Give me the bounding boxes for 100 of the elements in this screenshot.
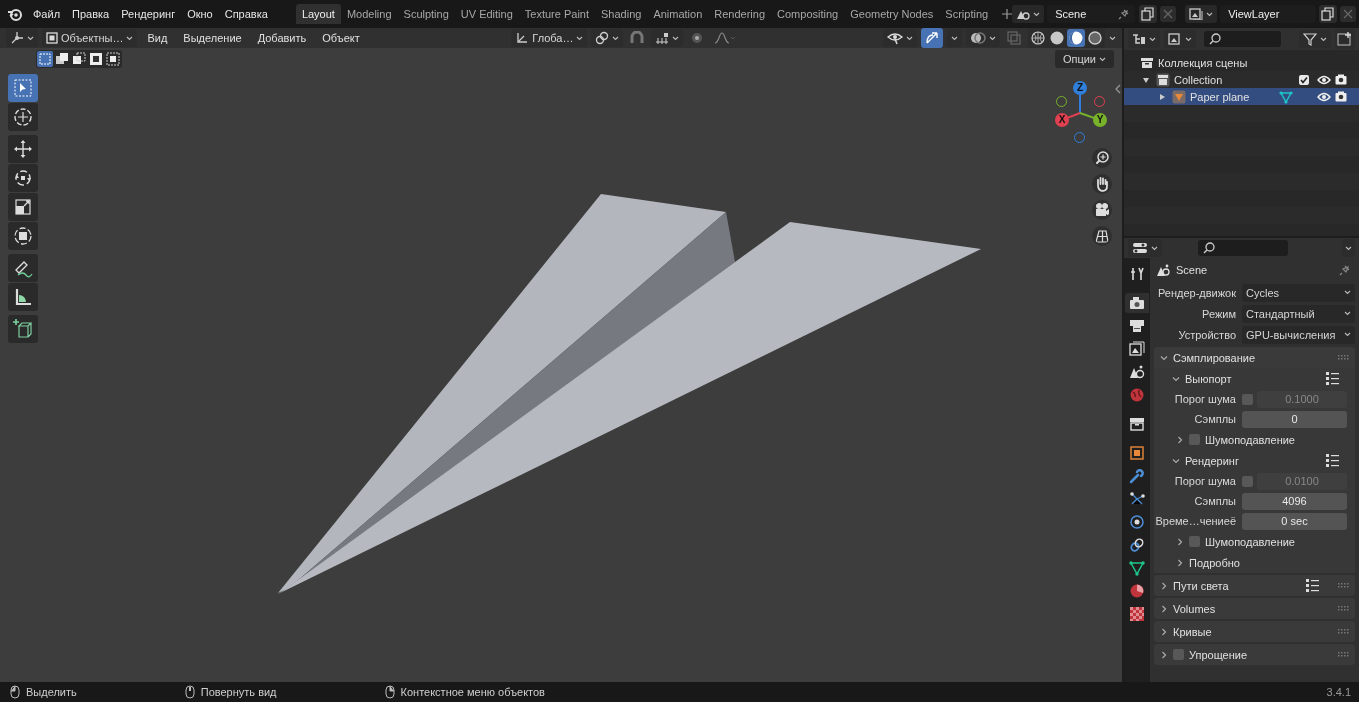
editor-type-selector[interactable] <box>6 29 38 47</box>
overlays-dropdown[interactable] <box>966 29 1000 47</box>
panel-header[interactable]: Рендеринг <box>1154 450 1355 471</box>
axis-label[interactable]: X <box>1055 113 1069 127</box>
orientation-dropdown[interactable]: Глоба… <box>511 29 588 47</box>
drag-handle-icon[interactable] <box>1338 355 1349 360</box>
options-dropdown[interactable] <box>1342 239 1355 257</box>
expand-triangle-icon[interactable] <box>1142 75 1150 84</box>
scene-name-field[interactable]: Scene <box>1047 5 1136 23</box>
chevron-down-icon[interactable] <box>1160 353 1168 362</box>
blender-logo-icon[interactable] <box>7 7 23 21</box>
tool-button[interactable] <box>8 283 38 311</box>
selection-mode-icon[interactable] <box>71 51 87 67</box>
menu-item[interactable]: Выделение <box>177 32 248 44</box>
workspace-tab[interactable]: Sculpting <box>397 4 455 24</box>
display-mode-dropdown[interactable] <box>1164 30 1196 48</box>
chevron-right-icon[interactable] <box>1176 435 1184 444</box>
axis-ball-icon[interactable] <box>1074 132 1085 143</box>
panel-header[interactable]: Упрощение <box>1154 644 1355 665</box>
wireframe-sphere-icon[interactable] <box>1029 29 1047 47</box>
editor-type-selector[interactable] <box>1128 30 1160 48</box>
drag-handle-icon[interactable] <box>1338 583 1349 588</box>
workspace-tab[interactable]: Layout <box>295 4 341 24</box>
panel-header[interactable]: Volumes <box>1154 598 1355 619</box>
chevron-right-icon[interactable] <box>1160 627 1168 636</box>
menu-item[interactable]: Окно <box>181 8 219 20</box>
chevron-right-icon[interactable] <box>1160 650 1168 659</box>
mode-dropdown[interactable]: Объектны… <box>42 29 138 47</box>
checkbox[interactable] <box>1189 536 1200 547</box>
dropdown[interactable]: Стандартный <box>1242 304 1355 323</box>
number-field[interactable]: 0 <box>1242 410 1347 428</box>
zoom-icon[interactable] <box>1092 148 1112 168</box>
camera-icon[interactable] <box>1092 200 1112 220</box>
add-icon[interactable] <box>1002 9 1013 19</box>
preset-list-icon[interactable] <box>1326 454 1339 467</box>
tool-button[interactable] <box>8 164 38 192</box>
tool-button[interactable] <box>8 315 38 343</box>
properties-tab[interactable] <box>1125 293 1149 313</box>
panel-header[interactable]: Кривые <box>1154 621 1355 642</box>
panel-header[interactable]: Пути света <box>1154 575 1355 596</box>
solid-sphere-icon[interactable] <box>1048 29 1066 47</box>
viewport[interactable]: Объектны… Вид Выделение Добавить Объект Глоба… Опции Z X Y <box>0 28 1122 682</box>
view-layer-selector[interactable] <box>1185 5 1218 23</box>
axis-label[interactable]: Z <box>1073 81 1087 95</box>
rendered-sphere-icon[interactable] <box>1086 29 1104 47</box>
checkbox[interactable] <box>1189 434 1200 445</box>
panel-header[interactable]: Шумоподавление <box>1154 429 1355 450</box>
search-field[interactable] <box>1198 240 1288 256</box>
menu-item[interactable]: Правка <box>66 8 116 20</box>
pin-icon[interactable] <box>1339 264 1351 276</box>
selection-mode-icon[interactable] <box>88 51 104 67</box>
chevron-right-icon[interactable] <box>1176 558 1184 567</box>
workspace-tab[interactable]: UV Editing <box>454 4 519 24</box>
copy-icon[interactable] <box>1139 5 1158 23</box>
panel-header[interactable]: Шумоподавление <box>1154 531 1355 552</box>
menu-item[interactable]: Файл <box>27 8 67 20</box>
tool-button[interactable] <box>8 222 38 250</box>
hand-icon[interactable] <box>1092 174 1112 194</box>
snap-dropdown[interactable] <box>651 29 684 47</box>
options-dropdown[interactable]: Опции <box>1054 50 1114 68</box>
number-field[interactable]: 4096 <box>1242 492 1347 510</box>
axis-label[interactable]: Y <box>1093 113 1107 127</box>
eye-icon[interactable] <box>1317 74 1331 85</box>
menu-item[interactable]: Объект <box>316 32 366 44</box>
checkbox[interactable] <box>1173 649 1184 660</box>
preset-list-icon[interactable] <box>1326 372 1339 385</box>
dropdown[interactable]: GPU-вычисления <box>1242 325 1355 344</box>
search-field[interactable] <box>1204 31 1281 47</box>
gizmo-toggle[interactable] <box>921 28 943 48</box>
preset-list-icon[interactable] <box>1306 579 1319 592</box>
panel-header[interactable]: Сэмплирование <box>1154 347 1355 368</box>
tool-button[interactable] <box>8 193 38 221</box>
tool-button[interactable] <box>8 254 38 282</box>
chevron-right-icon[interactable] <box>1160 604 1168 613</box>
menu-item[interactable]: Добавить <box>251 32 313 44</box>
tree-row[interactable]: Paper plane <box>1124 88 1359 105</box>
camera-icon[interactable] <box>1335 74 1347 85</box>
menu-item[interactable]: Рендеринг <box>115 8 182 20</box>
chevron-right-icon[interactable] <box>1176 537 1184 546</box>
view-layer-name-field[interactable]: ViewLayer <box>1220 5 1317 23</box>
eye-icon[interactable] <box>1317 91 1331 102</box>
workspace-tab[interactable]: Compositing <box>771 4 845 24</box>
tree-item-label[interactable]: Коллекция сцены <box>1158 56 1248 69</box>
workspace-tab[interactable]: Rendering <box>708 4 772 24</box>
checkbox[interactable] <box>1242 393 1253 405</box>
dropdown[interactable]: Cycles <box>1242 283 1355 302</box>
checkbox[interactable] <box>1299 74 1309 85</box>
workspace-tab[interactable]: Modeling <box>340 4 398 24</box>
grid-icon[interactable] <box>1092 226 1112 246</box>
camera-icon[interactable] <box>1335 91 1347 102</box>
panel-header[interactable]: Выюпорт <box>1154 368 1355 389</box>
scene-selector[interactable] <box>1012 5 1045 23</box>
checkbox[interactable] <box>1242 475 1253 487</box>
pivot-dropdown[interactable] <box>591 29 624 47</box>
selection-mode-icon[interactable] <box>105 51 121 67</box>
pin-icon[interactable] <box>1118 8 1131 20</box>
selection-mode-icon[interactable] <box>54 51 70 67</box>
workspace-tab[interactable]: Geometry Nodes <box>844 4 940 24</box>
drag-handle-icon[interactable] <box>1338 652 1349 657</box>
tool-button[interactable] <box>8 135 38 163</box>
